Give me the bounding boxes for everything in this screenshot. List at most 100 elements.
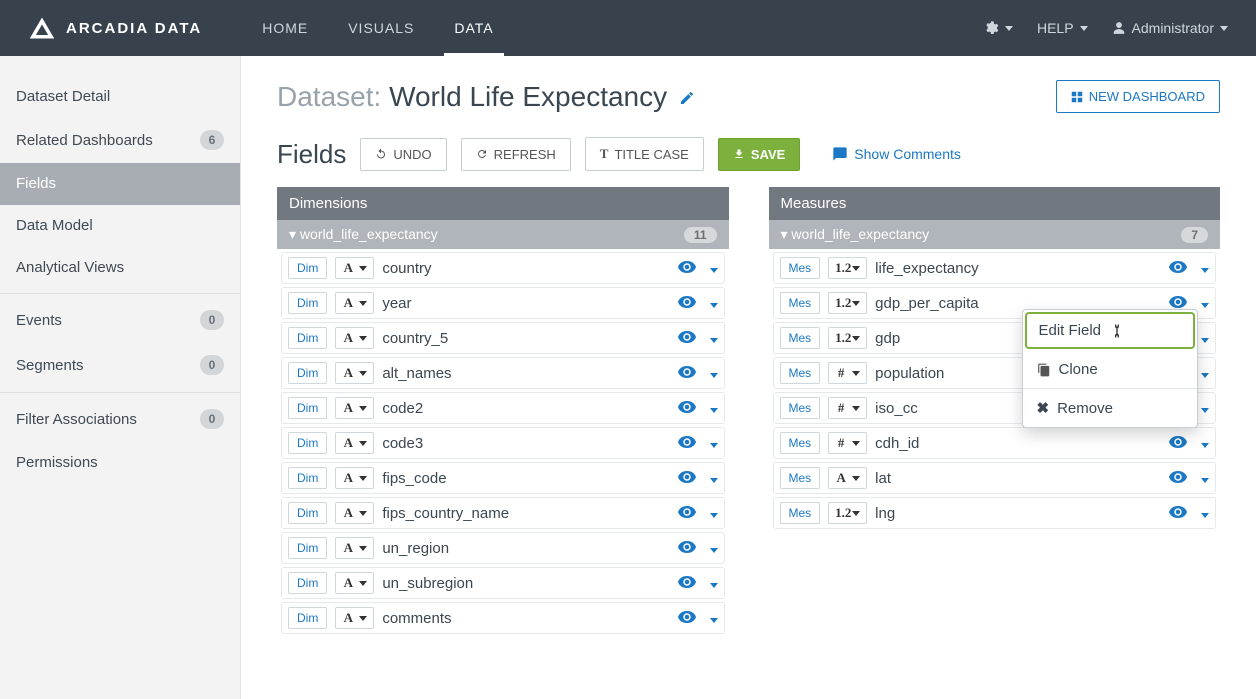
user-menu[interactable]: Administrator (1112, 20, 1228, 36)
visibility-toggle[interactable] (678, 330, 696, 346)
brand-logo[interactable]: ARCADIA DATA (28, 14, 202, 42)
field-type-selector[interactable]: A (335, 607, 374, 629)
field-menu-trigger[interactable] (1201, 330, 1209, 346)
sidebar-item-events[interactable]: Events 0 (0, 298, 240, 343)
visibility-toggle[interactable] (678, 295, 696, 311)
visibility-toggle[interactable] (678, 470, 696, 486)
field-row[interactable]: Mes1.2life_expectancy (773, 252, 1217, 284)
field-menu-trigger[interactable] (710, 575, 718, 591)
field-menu-trigger[interactable] (1201, 365, 1209, 381)
field-type-selector[interactable]: # (828, 397, 867, 419)
field-row[interactable]: DimAyear (281, 287, 725, 319)
sidebar-item-dataset-detail[interactable]: Dataset Detail (0, 76, 240, 118)
field-type-selector[interactable]: A (335, 292, 374, 314)
sidebar-item-fields[interactable]: Fields (0, 163, 240, 205)
nav-data[interactable]: DATA (434, 2, 513, 54)
field-menu-trigger[interactable] (710, 435, 718, 451)
field-menu-trigger[interactable] (1201, 435, 1209, 451)
field-menu-trigger[interactable] (1201, 295, 1209, 311)
nav-home[interactable]: HOME (242, 2, 328, 54)
field-type-selector[interactable]: # (828, 362, 867, 384)
visibility-toggle[interactable] (678, 435, 696, 451)
refresh-button[interactable]: REFRESH (461, 138, 571, 171)
field-type-selector[interactable]: A (335, 432, 374, 454)
field-row[interactable]: DimAcomments (281, 602, 725, 634)
field-menu-trigger[interactable] (710, 330, 718, 346)
sidebar-item-related-dashboards[interactable]: Related Dashboards 6 (0, 118, 240, 163)
type-glyph: A (342, 400, 354, 416)
visibility-toggle[interactable] (678, 400, 696, 416)
sidebar-item-segments[interactable]: Segments 0 (0, 343, 240, 388)
field-type-selector[interactable]: A (335, 362, 374, 384)
field-row[interactable]: DimAfips_code (281, 462, 725, 494)
visibility-toggle[interactable] (1169, 435, 1187, 451)
field-menu-trigger[interactable] (710, 295, 718, 311)
field-menu-trigger[interactable] (1201, 470, 1209, 486)
save-button[interactable]: SAVE (718, 138, 800, 171)
visibility-toggle[interactable] (678, 260, 696, 276)
visibility-toggle[interactable] (678, 505, 696, 521)
nav-visuals[interactable]: VISUALS (328, 2, 434, 54)
new-dashboard-button[interactable]: NEW DASHBOARD (1056, 80, 1220, 113)
field-row[interactable]: MesAlat (773, 462, 1217, 494)
field-menu-trigger[interactable] (1201, 260, 1209, 276)
sidebar-item-analytical-views[interactable]: Analytical Views (0, 247, 240, 289)
field-menu-trigger[interactable] (710, 365, 718, 381)
field-type-selector[interactable]: 1.2 (828, 257, 867, 279)
visibility-toggle[interactable] (678, 365, 696, 381)
field-row[interactable]: Mes1.2gdpEdit FieldClone✖Remove (773, 322, 1217, 354)
ctx-remove[interactable]: ✖Remove (1023, 389, 1197, 427)
title-case-button[interactable]: T TITLE CASE (585, 137, 704, 171)
field-menu-trigger[interactable] (710, 470, 718, 486)
field-type-selector[interactable]: 1.2 (828, 502, 867, 524)
field-row[interactable]: Mes1.2lng (773, 497, 1217, 529)
field-row[interactable]: DimAcode3 (281, 427, 725, 459)
field-type-selector[interactable]: A (335, 502, 374, 524)
field-type-selector[interactable]: A (335, 257, 374, 279)
visibility-toggle[interactable] (678, 610, 696, 626)
visibility-toggle[interactable] (1169, 260, 1187, 276)
field-menu-trigger[interactable] (710, 540, 718, 556)
edit-dataset-name[interactable] (679, 81, 695, 113)
field-row[interactable]: DimAfips_country_name (281, 497, 725, 529)
field-type-selector[interactable]: A (828, 467, 867, 489)
field-type-selector[interactable]: A (335, 572, 374, 594)
type-glyph: A (342, 575, 354, 591)
field-row[interactable]: DimAcode2 (281, 392, 725, 424)
measures-table-row[interactable]: ▾ world_life_expectancy 7 (769, 220, 1221, 249)
field-type-selector[interactable]: A (335, 537, 374, 559)
field-type-selector[interactable]: A (335, 397, 374, 419)
dimensions-table-row[interactable]: ▾ world_life_expectancy 11 (277, 220, 729, 249)
field-type-selector[interactable]: A (335, 467, 374, 489)
ctx-clone[interactable]: Clone (1023, 351, 1197, 388)
field-row[interactable]: Mes#cdh_id (773, 427, 1217, 459)
field-menu-trigger[interactable] (1201, 400, 1209, 416)
field-row[interactable]: DimAcountry (281, 252, 725, 284)
sidebar-item-data-model[interactable]: Data Model (0, 205, 240, 247)
visibility-toggle[interactable] (678, 540, 696, 556)
field-menu-trigger[interactable] (710, 505, 718, 521)
field-type-selector[interactable]: 1.2 (828, 327, 867, 349)
undo-button[interactable]: UNDO (360, 138, 446, 171)
settings-menu[interactable] (983, 20, 1013, 36)
sidebar-item-filter-associations[interactable]: Filter Associations 0 (0, 397, 240, 442)
visibility-toggle[interactable] (678, 575, 696, 591)
show-comments-link[interactable]: Show Comments (832, 146, 961, 162)
field-type-selector[interactable]: # (828, 432, 867, 454)
field-menu-trigger[interactable] (1201, 505, 1209, 521)
field-type-selector[interactable]: A (335, 327, 374, 349)
ctx-edit-field[interactable]: Edit Field (1025, 312, 1195, 349)
field-row[interactable]: DimAalt_names (281, 357, 725, 389)
field-row[interactable]: DimAcountry_5 (281, 322, 725, 354)
field-row[interactable]: DimAun_subregion (281, 567, 725, 599)
field-row[interactable]: DimAun_region (281, 532, 725, 564)
field-type-selector[interactable]: 1.2 (828, 292, 867, 314)
help-menu[interactable]: HELP (1037, 20, 1088, 36)
field-menu-trigger[interactable] (710, 400, 718, 416)
field-menu-trigger[interactable] (710, 260, 718, 276)
eye-icon (1169, 296, 1187, 308)
visibility-toggle[interactable] (1169, 505, 1187, 521)
field-menu-trigger[interactable] (710, 610, 718, 626)
visibility-toggle[interactable] (1169, 470, 1187, 486)
sidebar-item-permissions[interactable]: Permissions (0, 442, 240, 484)
